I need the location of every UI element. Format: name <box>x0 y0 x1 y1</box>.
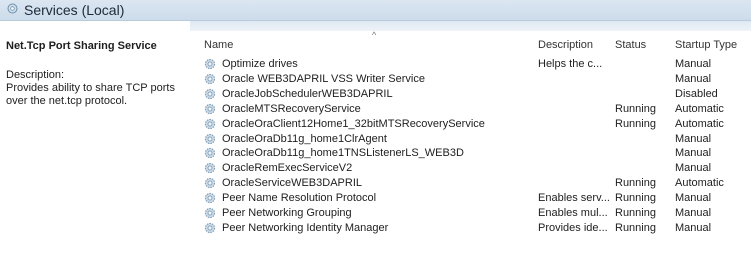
service-name-cell: Peer Networking Grouping <box>222 207 352 219</box>
service-gear-icon <box>204 73 216 85</box>
service-startup-type-cell: Manual <box>675 72 712 85</box>
service-description-cell: Enables serv... <box>538 192 610 205</box>
service-status-cell: Running <box>615 207 656 219</box>
service-name-cell: OracleServiceWEB3DAPRIL <box>222 177 362 190</box>
table-row[interactable]: OracleMTSRecoveryService Running Automatic <box>190 102 751 116</box>
service-status-cell: Running <box>615 221 656 234</box>
service-startup-type-cell: Automatic <box>675 177 724 190</box>
service-gear-icon <box>204 58 216 70</box>
service-gear-icon <box>204 118 216 130</box>
service-name-cell: OracleJobSchedulerWEB3DAPRIL <box>222 87 393 100</box>
service-startup-type-cell: Manual <box>675 132 712 145</box>
service-gear-icon <box>204 147 216 159</box>
table-row[interactable]: OracleOraDb11g_home1TNSListenerLS_WEB3D M… <box>190 146 751 160</box>
table-row[interactable]: Peer Networking Grouping Enables mul... Ru… <box>190 206 751 220</box>
service-description-cell: Helps the c... <box>538 58 603 70</box>
service-description: Provides ability to share TCP ports over… <box>6 82 175 107</box>
service-name-cell: Optimize drives <box>222 58 298 70</box>
column-header-name[interactable]: Name <box>204 39 233 53</box>
service-startup-type-cell: Manual <box>675 162 712 175</box>
service-name-cell: OracleRemExecServiceV2 <box>222 162 353 175</box>
service-name-cell: Oracle WEB3DAPRIL VSS Writer Service <box>222 72 425 85</box>
table-row[interactable]: Oracle WEB3DAPRIL VSS Writer Service Manu… <box>190 72 751 86</box>
table-row[interactable]: OracleOraClient12Home1_32bitMTSRecoveryS… <box>190 117 751 131</box>
table-row[interactable]: OracleServiceWEB3DAPRIL Running Automatic <box>190 176 751 190</box>
service-startup-type-cell: Automatic <box>675 117 724 130</box>
service-description-cell: Enables mul... <box>538 207 608 219</box>
service-gear-icon <box>204 133 216 145</box>
sort-ascending-indicator: ^ <box>372 30 377 40</box>
service-status-cell: Running <box>615 177 656 190</box>
column-header-status[interactable]: Status <box>615 39 646 53</box>
service-gear-icon <box>204 222 216 234</box>
table-row[interactable]: Optimize drives Helps the c... Manual <box>190 57 751 71</box>
services-header-title: Services (Local) <box>24 2 125 18</box>
service-status-cell: Running <box>615 102 656 115</box>
service-name-cell: Peer Networking Identity Manager <box>222 221 389 234</box>
description-label: Description: <box>6 69 65 81</box>
services-table: ^ Name Description Status Startup Type O… <box>190 21 751 266</box>
service-gear-icon <box>204 88 216 100</box>
table-row[interactable]: OracleJobSchedulerWEB3DAPRIL Disabled <box>190 87 751 101</box>
service-startup-type-cell: Automatic <box>675 102 724 115</box>
view-tab-strip <box>190 21 751 31</box>
table-row[interactable]: OracleRemExecServiceV2 Manual <box>190 161 751 175</box>
service-name-cell: OracleMTSRecoveryService <box>222 102 361 115</box>
service-name-cell: OracleOraDb11g_home1TNSListenerLS_WEB3D <box>222 147 464 160</box>
table-row[interactable]: OracleOraDb11g_home1ClrAgent Manual <box>190 132 751 146</box>
services-gear-icon <box>6 2 19 15</box>
service-status-cell: Running <box>615 192 656 205</box>
service-startup-type-cell: Manual <box>675 58 712 70</box>
selected-service-name: Net.Tcp Port Sharing Service <box>6 40 157 52</box>
column-header-startup-type[interactable]: Startup Type <box>675 39 737 53</box>
service-description-cell: Provides ide... <box>538 221 608 234</box>
service-detail-panel: Net.Tcp Port Sharing Service Description… <box>0 21 190 266</box>
service-gear-icon <box>204 207 216 219</box>
service-name-cell: Peer Name Resolution Protocol <box>222 192 377 205</box>
service-gear-icon <box>204 103 216 115</box>
service-startup-type-cell: Manual <box>675 147 712 160</box>
service-startup-type-cell: Manual <box>675 192 712 205</box>
service-name-cell: OracleOraDb11g_home1ClrAgent <box>222 132 387 145</box>
column-header-description[interactable]: Description <box>538 39 593 53</box>
service-gear-icon <box>204 162 216 174</box>
service-startup-type-cell: Manual <box>675 221 712 234</box>
service-startup-type-cell: Manual <box>675 207 712 219</box>
table-row[interactable]: Peer Name Resolution Protocol Enables ser… <box>190 191 751 205</box>
services-header: Services (Local) <box>0 0 751 21</box>
service-startup-type-cell: Disabled <box>675 87 718 100</box>
service-gear-icon <box>204 177 216 189</box>
service-status-cell: Running <box>615 117 656 130</box>
service-name-cell: OracleOraClient12Home1_32bitMTSRecoveryS… <box>222 117 485 130</box>
service-gear-icon <box>204 192 216 204</box>
table-row[interactable]: Peer Networking Identity Manager Provides… <box>190 221 751 235</box>
